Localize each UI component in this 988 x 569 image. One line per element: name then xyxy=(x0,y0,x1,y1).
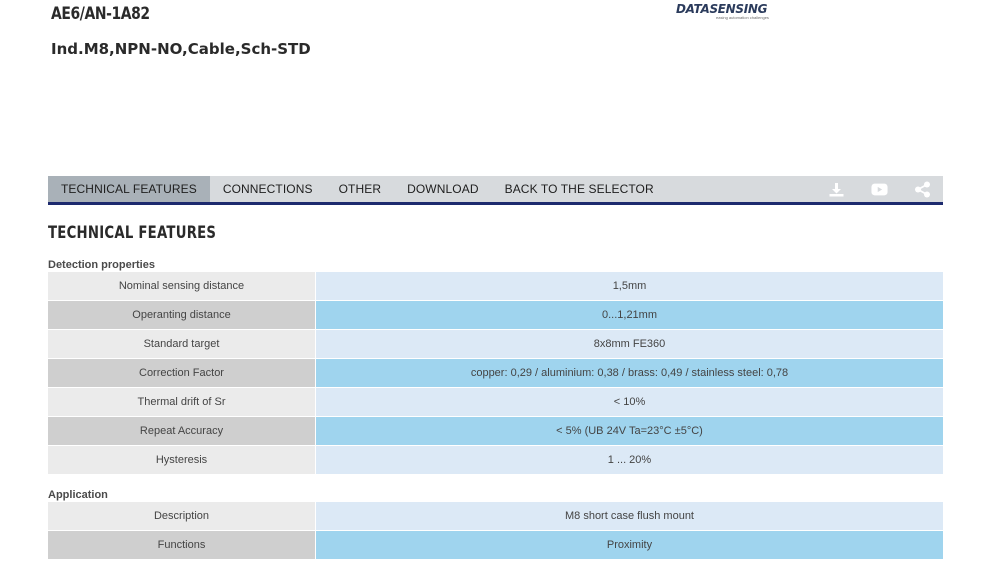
group-label-detection: Detection properties xyxy=(48,259,155,271)
table-row: Nominal sensing distance 1,5mm xyxy=(48,272,943,301)
tab-technical-features[interactable]: TECHNICAL FEATURES xyxy=(48,176,210,202)
spec-value: 8x8mm FE360 xyxy=(315,329,943,359)
tab-bar: TECHNICAL FEATURES CONNECTIONS OTHER DOW… xyxy=(48,176,943,205)
application-table: Description M8 short case flush mount Fu… xyxy=(48,502,943,560)
spec-key: Correction Factor xyxy=(48,358,316,388)
tab-connections[interactable]: CONNECTIONS xyxy=(210,176,326,202)
spec-value: M8 short case flush mount xyxy=(315,502,943,531)
spec-key: Thermal drift of Sr xyxy=(48,387,316,417)
product-description: Ind.M8,NPN-NO,Cable,Sch-STD xyxy=(51,40,311,58)
spec-key: Description xyxy=(48,502,316,531)
spec-value: < 5% (UB 24V Ta=23°C ±5°C) xyxy=(315,416,943,446)
spec-value: copper: 0,29 / aluminium: 0,38 / brass: … xyxy=(315,358,943,388)
share-icon[interactable] xyxy=(914,181,931,198)
table-row: Correction Factor copper: 0,29 / alumini… xyxy=(48,358,943,388)
datasensing-logo[interactable]: DATASENSING easing automation challenges xyxy=(676,2,769,24)
spec-key: Operanting distance xyxy=(48,300,316,330)
table-row: Repeat Accuracy < 5% (UB 24V Ta=23°C ±5°… xyxy=(48,416,943,446)
table-row: Description M8 short case flush mount xyxy=(48,502,943,531)
tab-back-to-selector[interactable]: BACK TO THE SELECTOR xyxy=(492,176,667,202)
spec-value: Proximity xyxy=(315,530,943,560)
spec-key: Hysteresis xyxy=(48,445,316,475)
table-row: Thermal drift of Sr < 10% xyxy=(48,387,943,417)
section-title: TECHNICAL FEATURES xyxy=(48,223,217,243)
tab-bar-actions xyxy=(828,176,943,202)
group-label-application: Application xyxy=(48,489,108,501)
table-row: Hysteresis 1 ... 20% xyxy=(48,445,943,475)
spec-key: Nominal sensing distance xyxy=(48,272,316,301)
product-page: AE6/AN-1A82 Ind.M8,NPN-NO,Cable,Sch-STD … xyxy=(0,0,988,569)
spec-value: 0...1,21mm xyxy=(315,300,943,330)
spec-value: < 10% xyxy=(315,387,943,417)
spec-value: 1 ... 20% xyxy=(315,445,943,475)
spec-key: Standard target xyxy=(48,329,316,359)
product-code: AE6/AN-1A82 xyxy=(51,4,150,24)
spec-key: Functions xyxy=(48,530,316,560)
youtube-icon[interactable] xyxy=(871,181,888,198)
table-row: Functions Proximity xyxy=(48,530,943,560)
table-row: Operanting distance 0...1,21mm xyxy=(48,300,943,330)
logo-tagline: easing automation challenges xyxy=(716,15,769,20)
tab-download[interactable]: DOWNLOAD xyxy=(394,176,491,202)
table-row: Standard target 8x8mm FE360 xyxy=(48,329,943,359)
spec-key: Repeat Accuracy xyxy=(48,416,316,446)
spec-value: 1,5mm xyxy=(315,272,943,301)
logo-text: DATASENSING xyxy=(676,2,768,16)
detection-properties-table: Nominal sensing distance 1,5mm Operantin… xyxy=(48,272,943,475)
tab-other[interactable]: OTHER xyxy=(326,176,395,202)
download-icon[interactable] xyxy=(828,181,845,198)
